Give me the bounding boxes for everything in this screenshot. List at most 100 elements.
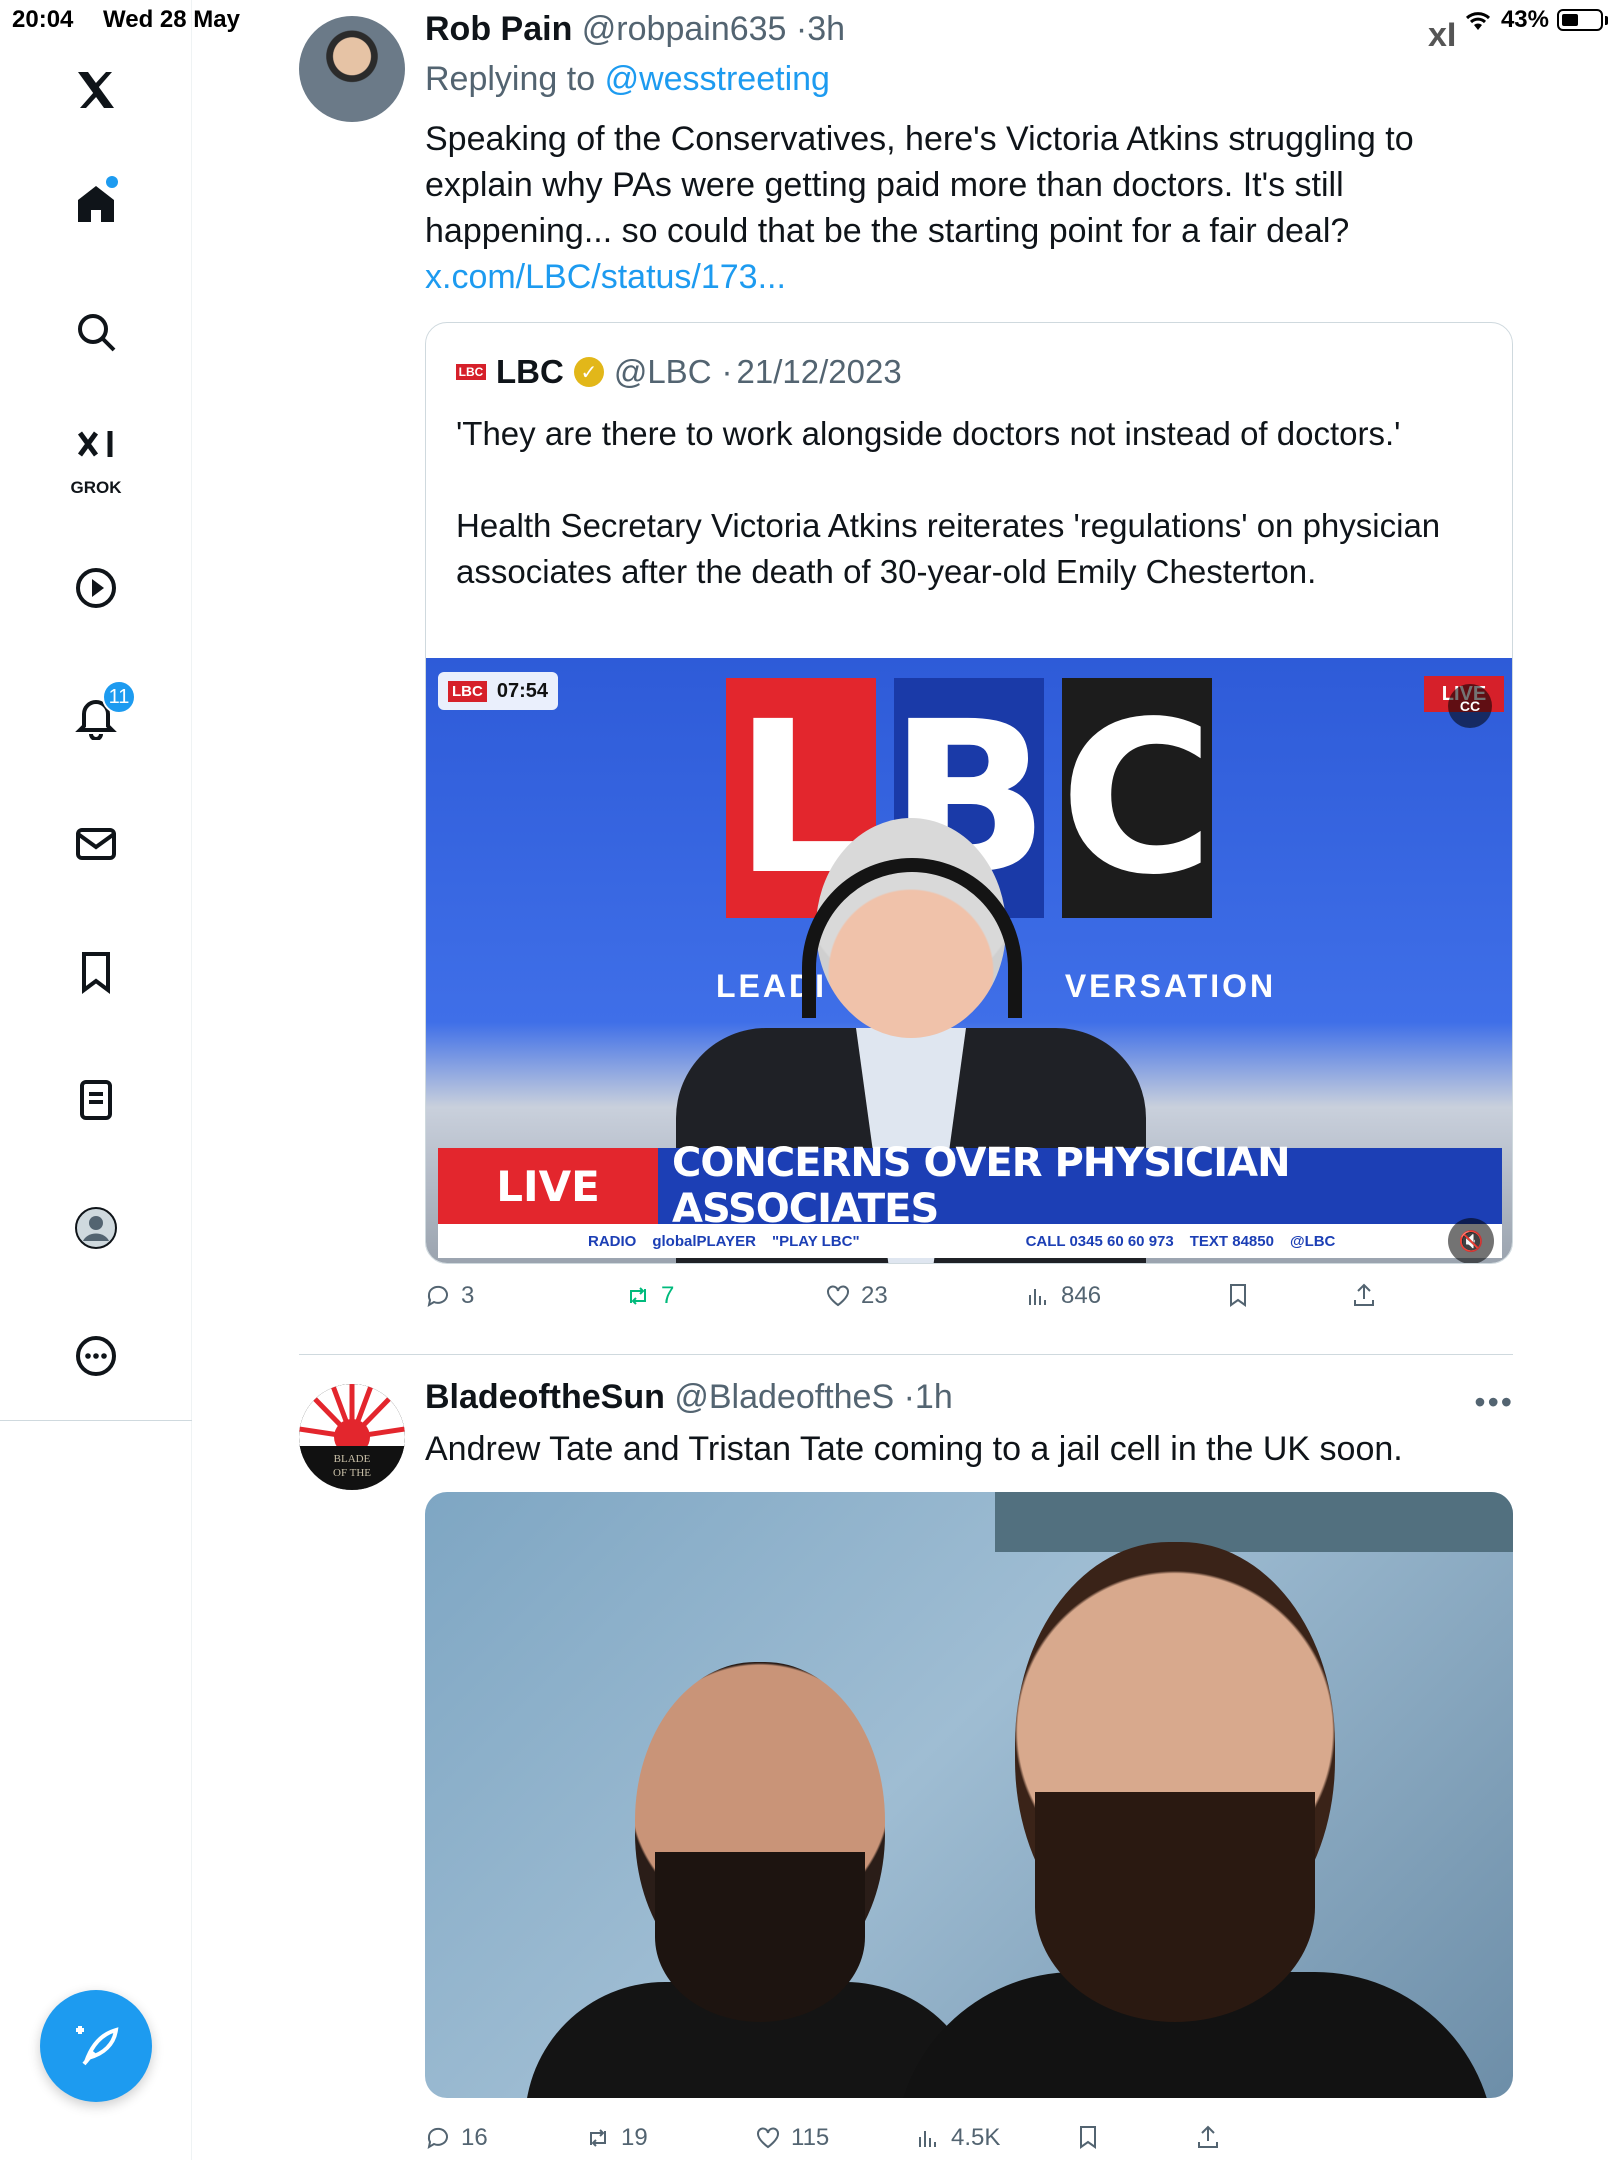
captions-icon[interactable]: CC: [1448, 684, 1492, 728]
video-duration: LBC 07:54: [438, 672, 558, 710]
lower-third-live: LIVE: [438, 1148, 658, 1224]
tweet-text: Speaking of the Conservatives, here's Vi…: [425, 120, 1414, 250]
separator: ·: [795, 10, 808, 48]
views-button[interactable]: 4.5K: [915, 2124, 1000, 2152]
avatar[interactable]: BLADE OF THE: [299, 1384, 405, 1490]
notifications-icon[interactable]: 11: [56, 676, 136, 756]
bookmark-button[interactable]: [1225, 1282, 1251, 1308]
like-count: 115: [791, 2124, 830, 2151]
ticker-item: RADIO: [588, 1232, 637, 1250]
compose-post-icon: [76, 2026, 119, 2066]
repost-icon: [630, 1287, 646, 1305]
tweet-time[interactable]: 3h: [807, 10, 845, 48]
lbc-chip: LBC: [448, 680, 487, 702]
avatar-lettering: BLADE: [334, 1453, 371, 1465]
x-logo-icon[interactable]: [56, 50, 136, 130]
replying-to-line: Replying to @wesstreeting: [425, 60, 830, 99]
repost-button[interactable]: 19: [585, 2124, 648, 2152]
duration-text: 07:54: [496, 679, 548, 702]
tweet-photo[interactable]: [425, 1492, 1513, 2098]
messages-icon[interactable]: [56, 804, 136, 884]
bookmark-icon: [1230, 1284, 1246, 1307]
heart-icon: [757, 2127, 779, 2149]
home-icon[interactable]: [56, 164, 136, 244]
author-name[interactable]: Rob Pain: [425, 10, 572, 48]
like-count: 23: [861, 1282, 888, 1309]
repost-count: 19: [621, 2124, 648, 2151]
heart-icon: [827, 1285, 849, 1307]
avatar[interactable]: [299, 16, 405, 122]
like-button[interactable]: 23: [825, 1282, 888, 1310]
quote-header: LBC LBC ✓ @LBC · 21/12/2023: [456, 353, 902, 391]
reply-button[interactable]: 16: [425, 2124, 488, 2152]
reply-count: 3: [461, 1282, 475, 1309]
replying-to-handle[interactable]: @wesstreeting: [605, 60, 830, 98]
ticker-item: "PLAY LBC": [771, 1232, 860, 1250]
author-handle[interactable]: @BladeoftheS: [674, 1378, 894, 1416]
verified-badge-icon: ✓: [573, 357, 604, 387]
tweet-actions: 3 7 23 846: [425, 1282, 1513, 1326]
reply-button[interactable]: 3: [425, 1282, 474, 1310]
quote-author-handle[interactable]: @LBC: [614, 353, 712, 391]
tweet-header: BladeoftheSun @BladeoftheS ·1h: [425, 1378, 953, 1417]
lower-third-headline: CONCERNS OVER PHYSICIAN ASSOCIATES: [658, 1140, 1502, 1232]
bookmarks-icon[interactable]: [56, 932, 136, 1012]
person-left-beard: [655, 1852, 865, 2022]
compose-post-button[interactable]: [40, 1990, 152, 2102]
quote-author-name[interactable]: LBC: [496, 353, 564, 391]
lower-third: LIVE CONCERNS OVER PHYSICIAN ASSOCIATES: [438, 1140, 1502, 1232]
notifications-badge: 11: [102, 680, 136, 714]
views-icon: [919, 2131, 936, 2147]
reply-count: 16: [461, 2124, 488, 2151]
photo-background-frame: [995, 1492, 1513, 1552]
share-button[interactable]: [1351, 1282, 1377, 1308]
repost-button[interactable]: 7: [625, 1282, 674, 1310]
sidebar-divider: [0, 1420, 192, 1421]
rising-sun-logo: BLADE OF THE: [299, 1384, 405, 1490]
mute-icon[interactable]: 🔇: [1448, 1218, 1494, 1263]
reply-icon: [427, 1285, 448, 1308]
grok-icon[interactable]: GROK: [56, 416, 136, 500]
separator: ·: [903, 1378, 915, 1416]
profile-icon[interactable]: [56, 1188, 136, 1268]
repost-icon: [590, 2129, 606, 2147]
quoted-tweet[interactable]: LBC LBC ✓ @LBC · 21/12/2023 'They are th…: [425, 322, 1513, 1264]
timeline-feed: Rob Pain @robpain635 ·3h Replying to @we…: [192, 0, 1620, 2160]
lists-icon[interactable]: [56, 1060, 136, 1140]
ticker-item: TEXT 84850: [1189, 1232, 1274, 1250]
lbc-avatar: LBC: [456, 364, 486, 380]
share-icon: [1198, 2125, 1218, 2148]
quote-text-line-2: Health Secretary Victoria Atkins reitera…: [456, 507, 1441, 590]
share-icon: [1354, 1283, 1374, 1306]
quote-text-spacer: [456, 457, 1476, 503]
quote-text: 'They are there to work alongside doctor…: [456, 411, 1476, 595]
ticker-item: globalPLAYER: [652, 1232, 756, 1250]
views-count: 846: [1061, 1282, 1102, 1309]
tweet-text: Andrew Tate and Tristan Tate coming to a…: [425, 1430, 1403, 1468]
repost-count: 7: [661, 1282, 675, 1309]
video-player[interactable]: L B C LEADI VERSATION LBC 07:54 LIVE CC …: [426, 658, 1512, 1263]
grok-label: GROK: [70, 478, 122, 497]
like-button[interactable]: 115: [755, 2124, 829, 2152]
ticker-item: CALL 0345 60 60 973: [1025, 1232, 1174, 1250]
tweet-divider: [299, 1354, 1513, 1355]
views-count: 4.5K: [951, 2124, 1001, 2151]
more-options-icon[interactable]: •••: [1474, 1384, 1514, 1421]
video-play-icon[interactable]: [56, 548, 136, 628]
more-icon[interactable]: [56, 1316, 136, 1396]
ticker-item: @LBC: [1289, 1232, 1336, 1250]
author-handle[interactable]: @robpain635: [582, 10, 787, 48]
replying-prefix: Replying to: [425, 60, 596, 98]
quote-date: 21/12/2023: [736, 353, 902, 390]
views-icon: [1029, 1289, 1046, 1305]
bookmark-button[interactable]: [1075, 2124, 1101, 2150]
search-icon[interactable]: [56, 292, 136, 372]
ticker-bar: RADIO globalPLAYER "PLAY LBC" CALL 0345 …: [438, 1224, 1502, 1258]
avatar-lettering: OF THE: [333, 1467, 371, 1479]
tweet-time[interactable]: 1h: [915, 1378, 953, 1416]
tweet-actions: 16 19 115 4.5K: [425, 2124, 1513, 2160]
author-name[interactable]: BladeoftheSun: [425, 1378, 665, 1416]
views-button[interactable]: 846: [1025, 1282, 1101, 1310]
share-button[interactable]: [1195, 2124, 1221, 2150]
tweet-link[interactable]: x.com/LBC/status/173...: [425, 254, 786, 300]
